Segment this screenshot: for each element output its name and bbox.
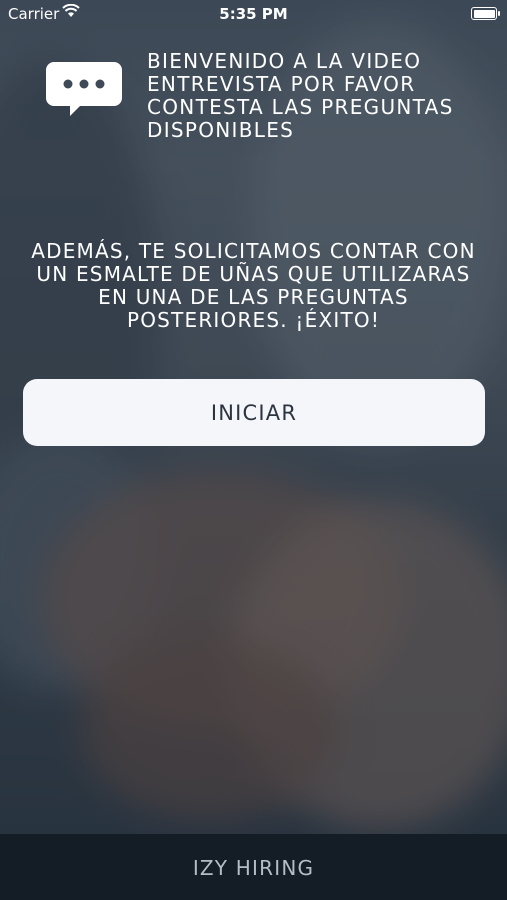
brand-label: IZY HIRING (192, 856, 315, 880)
welcome-message: BIENVENIDO A LA VIDEO ENTREVISTA POR FAV… (147, 49, 454, 142)
start-button-label: INICIAR (210, 400, 298, 425)
start-button[interactable]: INICIAR (23, 379, 485, 446)
battery-icon (471, 7, 500, 20)
notice-message: ADEMÁS, TE SOLICITAMOS CONTAR CON UN ESM… (31, 239, 476, 332)
footer-bar: IZY HIRING (0, 834, 507, 900)
clock: 5:35 PM (219, 5, 288, 23)
chat-bubble-icon (46, 62, 122, 116)
status-bar: Carrier 5:35 PM (0, 0, 507, 28)
